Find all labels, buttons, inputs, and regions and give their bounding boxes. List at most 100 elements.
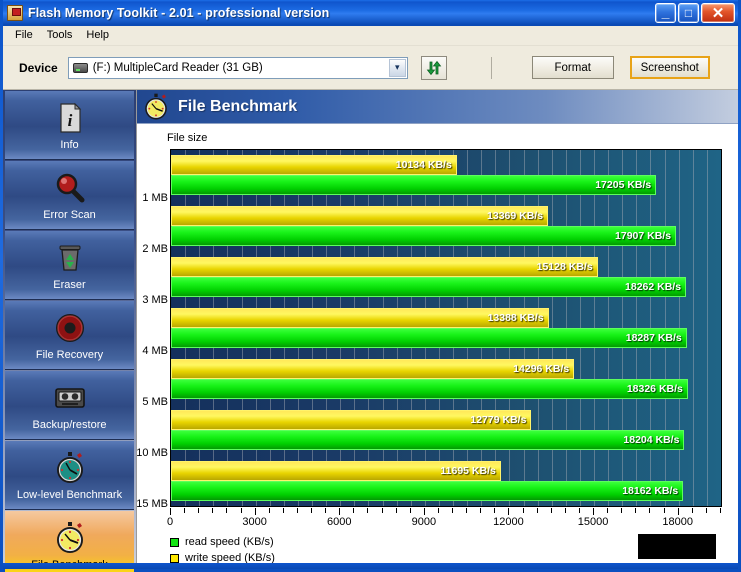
x-axis-tick-label: 9000 bbox=[411, 516, 437, 528]
sidebar-item-file-recovery[interactable]: File Recovery bbox=[5, 301, 134, 370]
bar-value-label: 18262 KB/s bbox=[625, 281, 682, 294]
bar-read-5-mb: 18326 KB/s bbox=[171, 378, 688, 399]
y-axis-tick-label: 3 MB bbox=[142, 294, 168, 307]
bar-value-label: 12779 KB/s bbox=[470, 413, 527, 426]
x-axis-minor-tick bbox=[184, 508, 186, 513]
y-axis-tick-label: 15 MB bbox=[137, 497, 168, 510]
chart-legend: read speed (KB/s) write speed (KB/s) bbox=[170, 534, 275, 566]
x-axis-minor-tick bbox=[325, 508, 327, 513]
x-axis-minor-tick bbox=[607, 508, 609, 513]
menu-item-help[interactable]: Help bbox=[80, 27, 117, 44]
panel-header: File Benchmark bbox=[137, 90, 738, 124]
bar-value-label: 18287 KB/s bbox=[625, 332, 682, 344]
x-axis-major-tick bbox=[170, 508, 171, 515]
bar-read-1-mb: 17205 KB/s bbox=[171, 175, 657, 196]
sidebar-item-backup-restore[interactable]: Backup/restore bbox=[5, 371, 134, 440]
x-axis-tick-label: 15000 bbox=[577, 516, 609, 528]
x-axis-minor-tick bbox=[311, 508, 313, 513]
close-button[interactable]: ✕ bbox=[701, 3, 735, 23]
x-axis-minor-tick bbox=[409, 508, 411, 513]
refresh-arrows-icon bbox=[426, 60, 442, 75]
y-axis-tick-label: 5 MB bbox=[142, 395, 168, 408]
menu-item-tools[interactable]: Tools bbox=[41, 27, 81, 44]
legend-item-read: read speed (KB/s) bbox=[170, 534, 275, 550]
x-axis-tick-label: 6000 bbox=[326, 516, 352, 528]
x-axis-minor-tick bbox=[466, 508, 468, 513]
x-axis-minor-tick bbox=[395, 508, 397, 513]
screenshot-button[interactable]: Screenshot bbox=[629, 56, 710, 79]
status-bar bbox=[3, 563, 738, 569]
minimize-button[interactable]: _ bbox=[655, 3, 676, 23]
x-axis-minor-tick bbox=[635, 508, 637, 513]
sidebar-item-label: Eraser bbox=[53, 278, 86, 291]
main-body: i Info Error Scan Eraser File Recovery B… bbox=[3, 90, 738, 572]
x-axis-minor-tick bbox=[353, 508, 355, 513]
x-axis-minor-tick bbox=[212, 508, 214, 513]
legend-swatch-write bbox=[170, 553, 179, 563]
bar-value-label: 11695 KB/s bbox=[440, 464, 496, 477]
x-axis-minor-tick bbox=[268, 508, 270, 513]
bar-write-3-mb: 15128 KB/s bbox=[171, 257, 598, 278]
x-axis-minor-tick bbox=[536, 508, 538, 513]
device-label: Device bbox=[19, 60, 58, 75]
x-axis-minor-tick bbox=[649, 508, 651, 513]
y-axis-tick-label: 4 MB bbox=[142, 345, 168, 357]
trash-bin-icon bbox=[59, 245, 80, 271]
x-axis bbox=[170, 508, 722, 516]
x-axis-minor-tick bbox=[452, 508, 454, 513]
y-axis-tick-label: 10 MB bbox=[137, 446, 168, 459]
device-select-value: (F:) MultipleCard Reader (31 GB) bbox=[92, 61, 263, 74]
x-axis-minor-tick bbox=[550, 508, 552, 513]
x-axis-tick-label: 12000 bbox=[493, 516, 524, 528]
x-axis-major-tick bbox=[593, 508, 595, 515]
application-window: Flash Memory Toolkit - 2.01 - profession… bbox=[0, 0, 741, 572]
window-title: Flash Memory Toolkit - 2.01 - profession… bbox=[28, 6, 330, 20]
bar-value-label: 14296 KB/s bbox=[513, 362, 570, 375]
x-axis-minor-tick bbox=[282, 508, 284, 513]
stopwatch-yellow-icon bbox=[145, 93, 167, 119]
sidebar-item-label: Info bbox=[60, 138, 79, 151]
bar-read-3-mb: 18262 KB/s bbox=[171, 277, 687, 298]
refresh-button[interactable] bbox=[420, 55, 447, 80]
x-axis-minor-tick bbox=[367, 508, 369, 513]
bar-value-label: 18204 KB/s bbox=[623, 433, 680, 446]
y-axis-title: File size bbox=[167, 132, 208, 144]
redacted-box bbox=[638, 534, 716, 559]
bar-value-label: 17907 KB/s bbox=[615, 230, 672, 243]
bar-value-label: 10134 KB/s bbox=[395, 159, 452, 172]
x-axis-minor-tick bbox=[296, 508, 298, 513]
bar-write-5-mb: 14296 KB/s bbox=[171, 358, 575, 379]
chevron-down-icon[interactable]: ▾ bbox=[388, 58, 406, 77]
x-axis-major-tick bbox=[677, 508, 679, 515]
grid-line bbox=[706, 150, 708, 506]
menu-item-file[interactable]: File bbox=[9, 27, 41, 44]
format-button[interactable]: Format bbox=[531, 56, 614, 79]
maximize-button[interactable]: □ bbox=[678, 3, 699, 23]
x-axis-major-tick bbox=[423, 508, 425, 515]
x-axis-tick-label: 0 bbox=[166, 516, 174, 528]
sidebar-item-info[interactable]: i Info bbox=[5, 91, 134, 160]
stopwatch-teal-icon bbox=[56, 451, 83, 483]
grid-line bbox=[692, 150, 694, 506]
y-axis-labels: 1 MB 2 MB 3 MB 4 MB 5 MB 10 MB 15 MB bbox=[137, 149, 168, 510]
x-axis-minor-tick bbox=[522, 508, 524, 513]
tape-cassette-icon bbox=[54, 387, 85, 408]
x-axis-minor-tick bbox=[381, 508, 383, 513]
toolbar-separator bbox=[490, 56, 492, 79]
sidebar-item-label: Backup/restore bbox=[32, 418, 107, 431]
sidebar-item-eraser[interactable]: Eraser bbox=[5, 231, 134, 300]
drive-icon bbox=[72, 62, 88, 73]
device-select[interactable]: (F:) MultipleCard Reader (31 GB) ▾ bbox=[67, 56, 408, 79]
x-axis-minor-tick bbox=[720, 508, 721, 513]
menu-bar: File Tools Help bbox=[3, 26, 738, 46]
sidebar-item-low-level-benchmark[interactable]: Low-level Benchmark bbox=[5, 441, 134, 510]
page-title: File Benchmark bbox=[178, 97, 298, 115]
x-axis-minor-tick bbox=[621, 508, 623, 513]
x-axis-major-tick bbox=[254, 508, 256, 515]
bar-read-10-mb: 18204 KB/s bbox=[171, 429, 685, 450]
sidebar-item-error-scan[interactable]: Error Scan bbox=[5, 161, 134, 230]
y-axis-tick-label: 2 MB bbox=[142, 243, 168, 256]
bar-write-4-mb: 13388 KB/s bbox=[171, 308, 549, 328]
x-axis-minor-tick bbox=[705, 508, 707, 513]
y-axis-tick-label: 1 MB bbox=[142, 192, 168, 205]
